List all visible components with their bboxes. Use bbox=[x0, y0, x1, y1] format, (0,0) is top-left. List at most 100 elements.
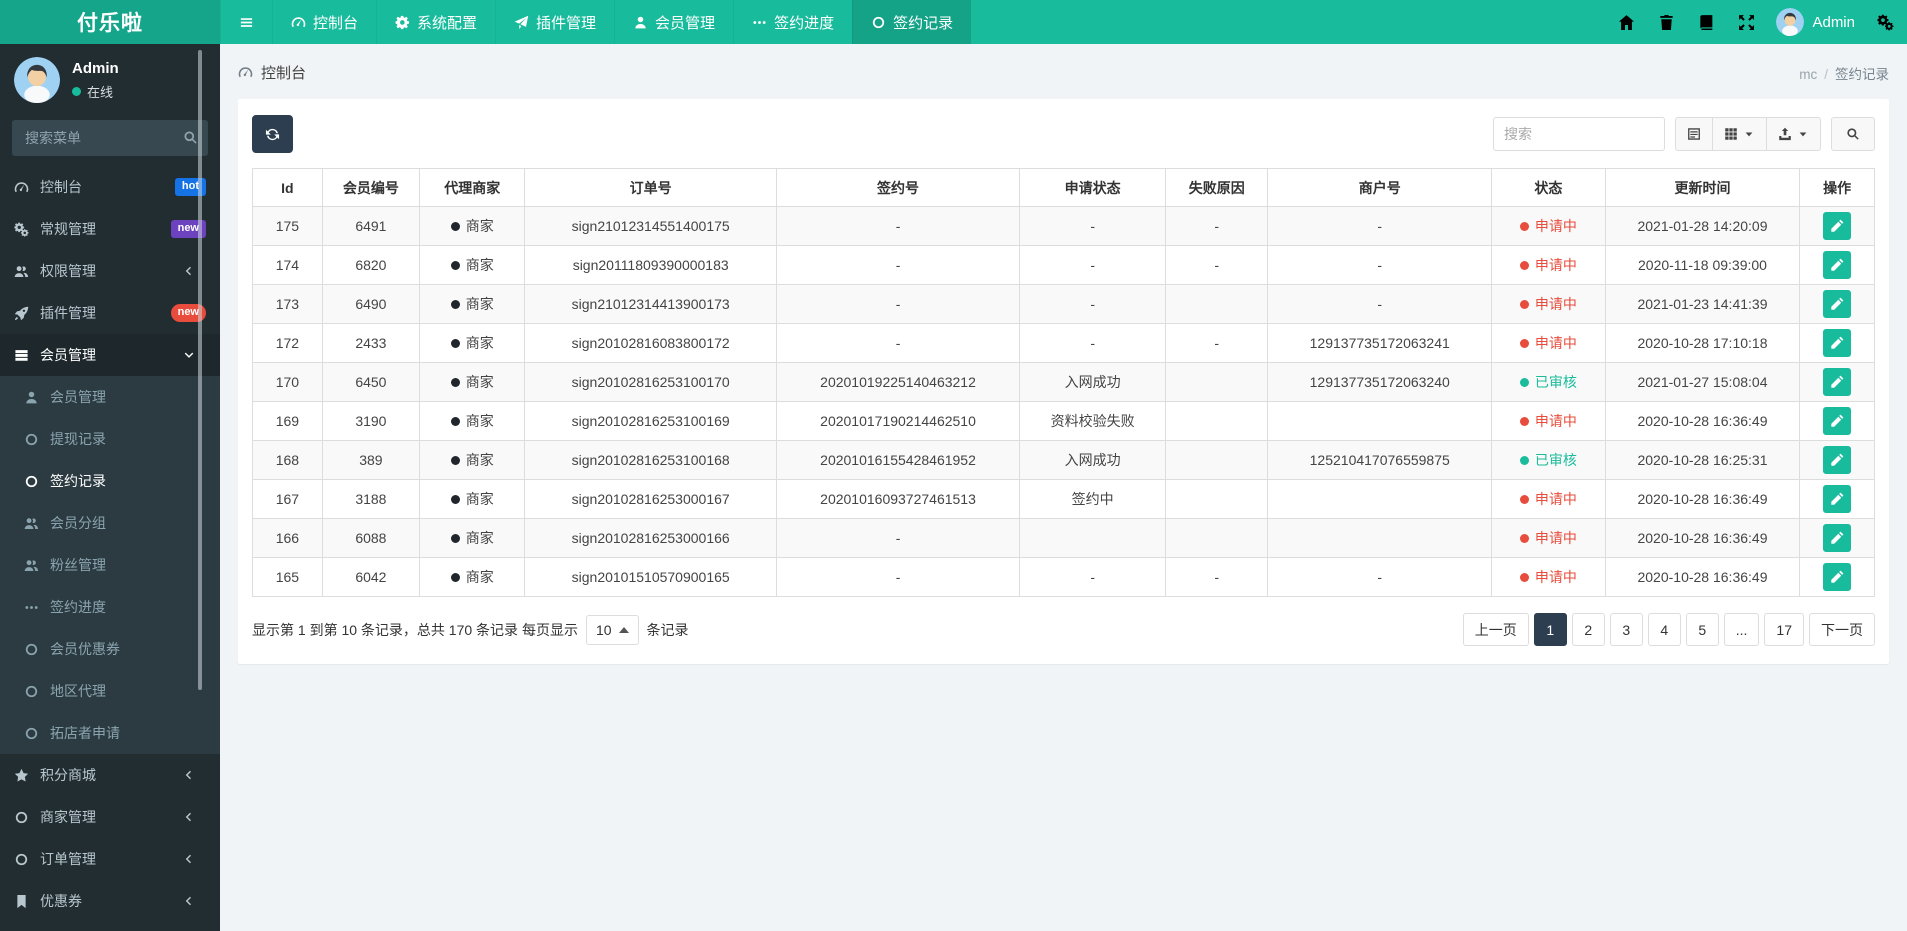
table-footer: 显示第 1 到第 10 条记录，总共 170 条记录 每页显示 10 条记录 上… bbox=[252, 613, 1875, 646]
refresh-button[interactable] bbox=[252, 115, 293, 153]
export-dropdown-button[interactable] bbox=[1767, 117, 1821, 151]
sidebar-item-auth[interactable]: 权限管理 bbox=[0, 250, 220, 292]
cell-status: 申请中 bbox=[1491, 479, 1606, 519]
fullscreen-icon[interactable] bbox=[1726, 0, 1766, 44]
table-row[interactable]: 168 389 商家 sign20102816253100168 2020101… bbox=[252, 440, 1875, 480]
cell-apply-status: - bbox=[1019, 323, 1167, 363]
edit-button[interactable] bbox=[1823, 251, 1852, 279]
table-row[interactable]: 166 6088 商家 sign20102816253000166 - 申请中 … bbox=[252, 518, 1875, 558]
menu-search-input[interactable] bbox=[12, 120, 208, 156]
pencil-icon bbox=[1830, 531, 1844, 545]
submenu-item-member-groups[interactable]: 会员分组 bbox=[0, 502, 220, 544]
brand-logo[interactable]: 付乐啦 bbox=[0, 0, 220, 44]
edit-button[interactable] bbox=[1823, 212, 1852, 240]
next-page-button[interactable]: 下一页 bbox=[1809, 613, 1875, 646]
edit-button[interactable] bbox=[1823, 524, 1852, 552]
breadcrumb-parent[interactable]: mc bbox=[1799, 67, 1817, 82]
sidebar-menu: 控制台 hot 常规管理 new 权限管理 插件管理 new 会员管理 会员管理… bbox=[0, 166, 220, 922]
submenu-item-withdraw-records[interactable]: 提现记录 bbox=[0, 418, 220, 460]
top-menu-dashboard[interactable]: 控制台 bbox=[272, 0, 376, 44]
top-menu-system-config[interactable]: 系统配置 bbox=[376, 0, 495, 44]
submenu-item-region-agent[interactable]: 地区代理 bbox=[0, 670, 220, 712]
top-menu-plugin[interactable]: 插件管理 bbox=[495, 0, 614, 44]
submenu-item-member-coupons[interactable]: 会员优惠券 bbox=[0, 628, 220, 670]
export-icon bbox=[1778, 127, 1792, 141]
page-button-17[interactable]: 17 bbox=[1764, 613, 1804, 646]
gear-icon bbox=[395, 15, 410, 30]
user-menu[interactable]: Admin bbox=[1766, 8, 1865, 36]
page-size-select[interactable]: 10 bbox=[585, 614, 639, 645]
edit-button[interactable] bbox=[1823, 407, 1852, 435]
submenu-item-fans-manage[interactable]: 粉丝管理 bbox=[0, 544, 220, 586]
edit-button[interactable] bbox=[1823, 563, 1852, 591]
page-button-3[interactable]: 3 bbox=[1609, 613, 1643, 646]
columns-dropdown-button[interactable] bbox=[1713, 117, 1767, 151]
cell-actions bbox=[1799, 518, 1875, 558]
search-icon bbox=[1846, 127, 1860, 141]
cell-updated: 2020-10-28 16:36:49 bbox=[1604, 401, 1801, 441]
table-row[interactable]: 169 3190 商家 sign20102816253100169 202010… bbox=[252, 401, 1875, 441]
table-row[interactable]: 170 6450 商家 sign20102816253100170 202010… bbox=[252, 362, 1875, 402]
submenu-item-member-manage[interactable]: 会员管理 bbox=[0, 376, 220, 418]
pencil-icon bbox=[1830, 375, 1844, 389]
cell-member-no: 389 bbox=[321, 440, 421, 480]
table-row[interactable]: 174 6820 商家 sign20111809390000183 - - - … bbox=[252, 245, 1875, 285]
submenu-item-sign-progress[interactable]: 签约进度 bbox=[0, 586, 220, 628]
cell-order-no: sign20102816253000167 bbox=[524, 479, 777, 519]
avatar bbox=[14, 57, 60, 103]
edit-button[interactable] bbox=[1823, 485, 1852, 513]
cell-member-no: 6042 bbox=[321, 557, 421, 597]
page-button-5[interactable]: 5 bbox=[1685, 613, 1719, 646]
settings-gear-icon[interactable] bbox=[1865, 0, 1905, 44]
sidebar-search bbox=[12, 120, 208, 156]
sidebar-item-plugin[interactable]: 插件管理 new bbox=[0, 292, 220, 334]
search-toggle-button[interactable] bbox=[1831, 117, 1875, 151]
pagination: 上一页 1 2 3 4 5 ... 17 下一页 bbox=[1462, 613, 1875, 646]
edit-button[interactable] bbox=[1823, 446, 1852, 474]
page-button-1[interactable]: 1 bbox=[1533, 613, 1567, 646]
submenu-item-sign-records[interactable]: 签约记录 bbox=[0, 460, 220, 502]
page-button-4[interactable]: 4 bbox=[1647, 613, 1681, 646]
sidebar-item-dashboard[interactable]: 控制台 hot bbox=[0, 166, 220, 208]
cell-agent: 商家 bbox=[419, 440, 526, 480]
edit-button[interactable] bbox=[1823, 368, 1852, 396]
detail-view-button[interactable] bbox=[1675, 117, 1713, 151]
home-icon[interactable] bbox=[1606, 0, 1646, 44]
table-row[interactable]: 172 2433 商家 sign20102816083800172 - - - … bbox=[252, 323, 1875, 363]
prev-page-button[interactable]: 上一页 bbox=[1462, 613, 1529, 646]
cell-id: 170 bbox=[252, 362, 323, 402]
cell-fail-reason bbox=[1165, 518, 1269, 558]
page-ellipsis-button[interactable]: ... bbox=[1723, 613, 1760, 646]
pagination-summary: 显示第 1 到第 10 条记录，总共 170 条记录 每页显示 10 条记录 bbox=[252, 614, 689, 645]
top-navbar: 付乐啦 控制台 系统配置 插件管理 会员管理 签约进度 签约记录 Admin bbox=[0, 0, 1907, 44]
top-menu-sign-records[interactable]: 签约记录 bbox=[852, 0, 972, 44]
table-row[interactable]: 165 6042 商家 sign20101510570900165 - - - … bbox=[252, 557, 1875, 597]
edit-button[interactable] bbox=[1823, 329, 1852, 357]
sidebar-item-general[interactable]: 常规管理 new bbox=[0, 208, 220, 250]
sidebar-item-coupons[interactable]: 优惠券 bbox=[0, 880, 220, 922]
cell-status: 申请中 bbox=[1491, 557, 1606, 597]
top-menu-sign-progress[interactable]: 签约进度 bbox=[733, 0, 852, 44]
sidebar-item-merchant[interactable]: 商家管理 bbox=[0, 796, 220, 838]
clear-cache-trash-icon[interactable] bbox=[1646, 0, 1686, 44]
sidebar-scrollbar[interactable] bbox=[198, 50, 202, 690]
detail-view-icon bbox=[1687, 127, 1701, 141]
page-button-2[interactable]: 2 bbox=[1571, 613, 1605, 646]
submenu-item-shop-applicant[interactable]: 拓店者申请 bbox=[0, 712, 220, 754]
status-dot-icon bbox=[1519, 495, 1529, 504]
sidebar-item-points-mall[interactable]: 积分商城 bbox=[0, 754, 220, 796]
sidebar-item-member[interactable]: 会员管理 bbox=[0, 334, 220, 376]
top-menu-member[interactable]: 会员管理 bbox=[614, 0, 733, 44]
sidebar-item-orders[interactable]: 订单管理 bbox=[0, 838, 220, 880]
table-row[interactable]: 173 6490 商家 sign21012314413900173 - - - … bbox=[252, 284, 1875, 324]
cell-merchant-no: - bbox=[1267, 245, 1493, 285]
table-row[interactable]: 167 3188 商家 sign20102816253000167 202010… bbox=[252, 479, 1875, 519]
log-icon[interactable] bbox=[1686, 0, 1726, 44]
sidebar-toggle-button[interactable] bbox=[220, 0, 272, 44]
cell-merchant-no: 129137735172063240 bbox=[1267, 362, 1493, 402]
cell-id: 166 bbox=[252, 518, 323, 558]
table-search-input[interactable] bbox=[1493, 117, 1665, 151]
cell-actions bbox=[1799, 206, 1875, 246]
table-row[interactable]: 175 6491 商家 sign21012314551400175 - - - … bbox=[252, 206, 1875, 246]
edit-button[interactable] bbox=[1823, 290, 1852, 318]
